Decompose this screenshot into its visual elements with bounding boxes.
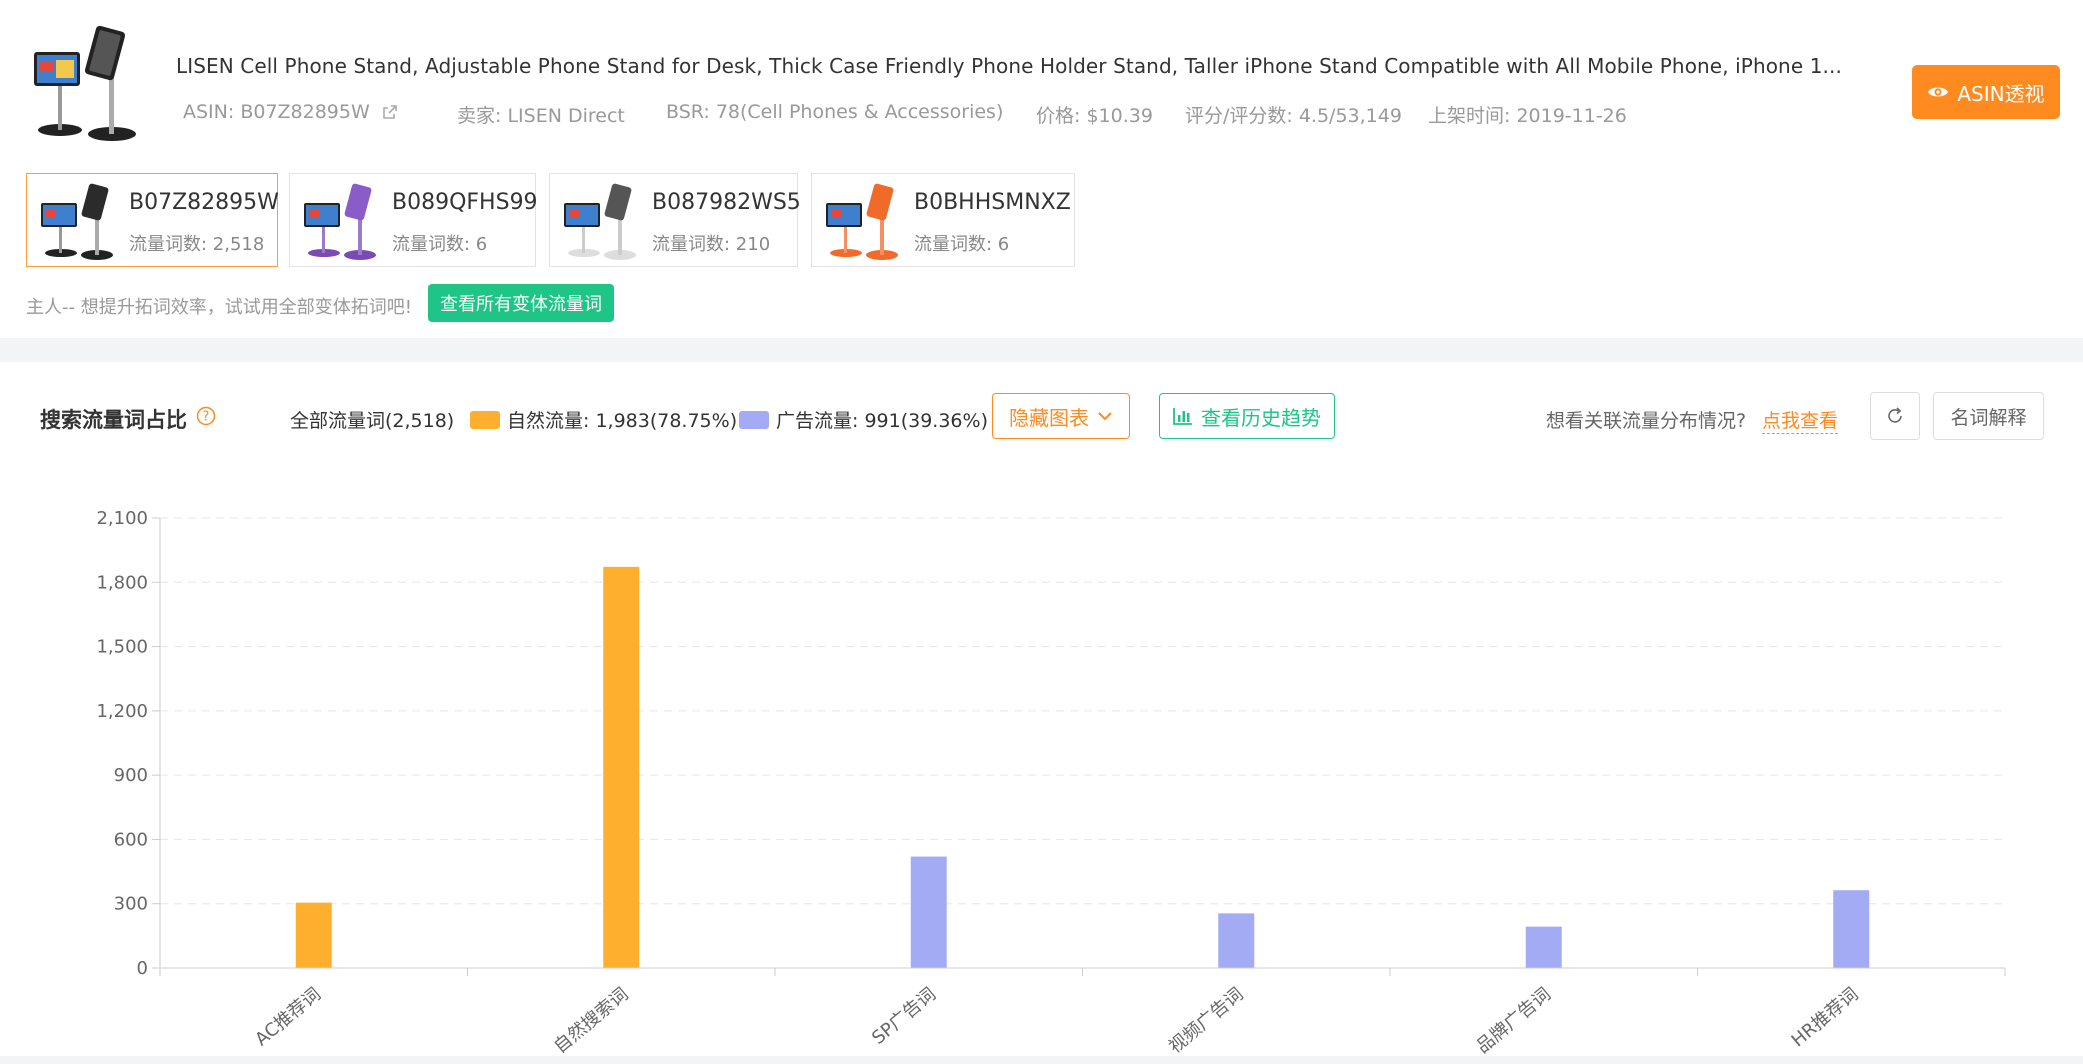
bar-5[interactable] bbox=[1525, 926, 1562, 968]
chart-y-axis: 0 300 600 900 1,200 1,500 1,800 2,100 bbox=[96, 508, 161, 979]
product-image bbox=[34, 25, 136, 141]
legend-ads: 广告流量: 991(39.36%) bbox=[739, 406, 988, 433]
asin-insight-button[interactable]: ASIN透视 bbox=[1912, 65, 2060, 119]
variant-hint-text: 主人-- 想提升拓词效率，试试用全部变体拓词吧! bbox=[26, 297, 412, 318]
variant-thumbnail bbox=[304, 183, 376, 260]
refresh-icon bbox=[1888, 407, 1902, 423]
bar-1[interactable] bbox=[295, 902, 332, 968]
legend-swatch-organic bbox=[470, 410, 500, 429]
variant-thumbnail bbox=[41, 183, 113, 260]
product-bsr: BSR: 78(Cell Phones & Accessories) bbox=[666, 101, 1004, 123]
page-bottom-band bbox=[0, 1056, 2083, 1064]
y-tick-label: 2,100 bbox=[96, 508, 148, 529]
x-tick-label: SP广告词 bbox=[868, 984, 940, 1049]
y-tick-label: 1,500 bbox=[96, 637, 148, 658]
variant-count: 流量词数: 6 bbox=[392, 234, 488, 255]
variant-asin: B087982WS5 bbox=[652, 190, 801, 215]
variant-thumbnail bbox=[564, 183, 636, 260]
chart-bars bbox=[295, 566, 1870, 968]
legend-organic: 自然流量: 1,983(78.75%) bbox=[470, 406, 737, 433]
variant-asin: B0BHHSMNXZ bbox=[914, 190, 1071, 215]
refresh-button[interactable] bbox=[1870, 392, 1920, 440]
x-tick-label: HR推荐词 bbox=[1788, 984, 1863, 1052]
glossary-button[interactable]: 名词解释 bbox=[1933, 392, 2044, 440]
product-asin[interactable]: ASIN: B07Z82895W bbox=[183, 101, 398, 123]
related-traffic-question: 想看关联流量分布情况? bbox=[1546, 410, 1747, 432]
y-tick-label: 1,800 bbox=[96, 572, 148, 593]
bar-4[interactable] bbox=[1218, 913, 1255, 968]
chart-x-axis: AC推荐词 自然搜索词 SP广告词 视频广告词 品牌广告词 HR推荐词 bbox=[159, 967, 2006, 1056]
variant-count: 流量词数: 210 bbox=[652, 234, 771, 255]
bar-3[interactable] bbox=[910, 856, 947, 968]
variant-asin: B089QFHS99 bbox=[392, 190, 538, 215]
x-tick-label: AC推荐词 bbox=[251, 984, 325, 1051]
related-traffic-link[interactable]: 点我查看 bbox=[1762, 406, 1839, 434]
variant-count: 流量词数: 6 bbox=[914, 234, 1010, 255]
chevron-down-icon bbox=[1098, 412, 1112, 421]
x-tick-label: 品牌广告词 bbox=[1473, 984, 1555, 1056]
variant-thumbnail bbox=[826, 183, 898, 260]
section-divider bbox=[0, 338, 2083, 362]
bar-6[interactable] bbox=[1833, 890, 1870, 968]
legend-swatch-ads bbox=[739, 410, 769, 429]
history-trend-button[interactable]: 查看历史趋势 bbox=[1159, 393, 1335, 439]
variant-asin: B07Z82895W bbox=[129, 190, 279, 215]
x-tick-label: 自然搜索词 bbox=[550, 984, 632, 1056]
bar-chart-icon bbox=[1173, 408, 1192, 425]
product-listed-date: 上架时间: 2019-11-26 bbox=[1428, 105, 1627, 127]
help-icon[interactable]: ? bbox=[196, 406, 216, 426]
keyword-share-chart: 0 300 600 900 1,200 1,500 1,800 2,100 AC推荐词 自然搜索… bbox=[96, 508, 2006, 1056]
product-rating: 评分/评分数: 4.5/53,149 bbox=[1185, 105, 1402, 127]
y-tick-label: 900 bbox=[114, 765, 148, 786]
view-all-variants-button[interactable]: 查看所有变体流量词 bbox=[428, 284, 614, 322]
variant-card-1[interactable]: B07Z82895W 流量词数: 2,518 bbox=[26, 173, 279, 267]
bar-2[interactable] bbox=[603, 566, 640, 968]
section-title: 搜索流量词占比 bbox=[40, 408, 187, 432]
product-header: LISEN Cell Phone Stand, Adjustable Phone… bbox=[0, 0, 2083, 160]
variant-card-3[interactable]: B087982WS5 流量词数: 210 bbox=[549, 173, 801, 267]
external-link-icon[interactable] bbox=[382, 104, 398, 120]
hide-chart-button[interactable]: 隐藏图表 bbox=[992, 393, 1130, 439]
product-title[interactable]: LISEN Cell Phone Stand, Adjustable Phone… bbox=[176, 54, 1842, 78]
eye-icon bbox=[1928, 87, 1949, 97]
variant-card-2[interactable]: B089QFHS99 流量词数: 6 bbox=[289, 173, 538, 267]
chart-grid bbox=[160, 517, 2005, 905]
svg-text:?: ? bbox=[203, 410, 210, 425]
x-tick-label: 视频广告词 bbox=[1165, 984, 1247, 1056]
variant-card-4[interactable]: B0BHHSMNXZ 流量词数: 6 bbox=[811, 173, 1075, 267]
y-tick-label: 600 bbox=[114, 829, 148, 850]
product-seller: 卖家: LISEN Direct bbox=[457, 105, 625, 127]
y-tick-label: 1,200 bbox=[96, 701, 148, 722]
y-tick-label: 0 bbox=[137, 958, 148, 979]
all-keywords-count: 全部流量词(2,518) bbox=[290, 410, 455, 432]
variant-count: 流量词数: 2,518 bbox=[129, 234, 265, 255]
product-price: 价格: $10.39 bbox=[1036, 105, 1153, 127]
y-tick-label: 300 bbox=[114, 894, 148, 915]
